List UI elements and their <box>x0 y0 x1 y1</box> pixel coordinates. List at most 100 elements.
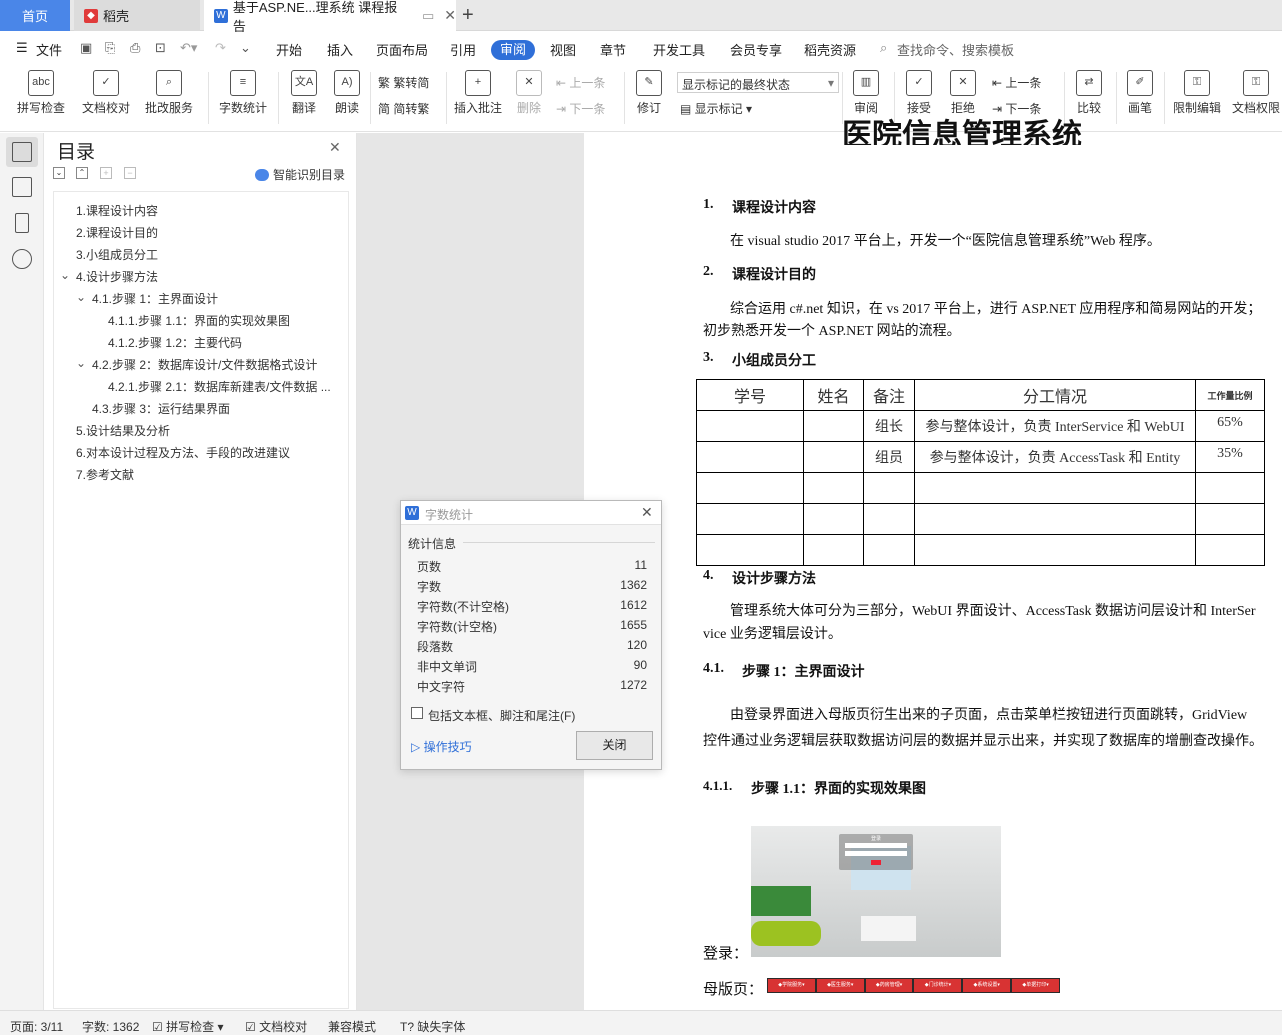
menu-insert[interactable]: 插入 <box>327 40 353 59</box>
menu-view[interactable]: 视图 <box>550 40 576 59</box>
menu-reference[interactable]: 引用 <box>450 40 476 59</box>
toc-item[interactable]: 6.对本设计过程及方法、手段的改进建议 <box>76 444 290 461</box>
save-icon[interactable]: ▣ <box>80 40 92 56</box>
document-page[interactable]: 医院信息管理系统 1. 课程设计内容 在 visual studio 2017 … <box>584 118 1282 1010</box>
paragraph: 在 visual studio 2017 平台上，开发一个“医院信息管理系统”W… <box>730 234 1161 249</box>
include-textbox-checkbox[interactable] <box>411 707 423 719</box>
toc-item[interactable]: 3.小组成员分工 <box>76 246 158 263</box>
toc-item[interactable]: 4.设计步骤方法 <box>76 268 158 285</box>
spell-check-toggle[interactable]: ☑ 拼写检查 ▾ <box>152 1018 223 1035</box>
menu-chapter[interactable]: 章节 <box>600 40 626 59</box>
export-pdf-icon[interactable]: ⎘ <box>105 40 115 56</box>
password-field <box>845 851 907 856</box>
more-chevron-icon[interactable]: ⌄ <box>240 40 251 56</box>
reject-button[interactable]: ✕ 拒绝 <box>944 70 982 116</box>
bookmark-icon[interactable] <box>15 213 29 233</box>
chevron-down-icon[interactable]: ⌄ <box>60 268 70 282</box>
command-search-input[interactable]: 查找命令、搜索模板 <box>897 40 1014 59</box>
redo-icon[interactable]: ↷ <box>215 40 226 56</box>
accept-button[interactable]: ✓ 接受 <box>900 70 938 116</box>
markup-mode-select[interactable]: 显示标记的最终状态 ▾ <box>677 72 839 93</box>
remove-heading-icon[interactable]: − <box>124 167 136 179</box>
doc-check-button[interactable]: ✓ 文档校对 <box>80 70 132 116</box>
divider <box>1164 72 1165 124</box>
stat-row: 中文字符 1272 <box>417 678 647 694</box>
delete-comment-button[interactable]: ✕ 删除 <box>510 70 548 116</box>
toc-item[interactable]: 4.2.步骤 2：数据库设计/文件数据格式设计 <box>92 356 317 373</box>
insert-comment-button[interactable]: + 插入批注 <box>452 70 504 116</box>
table-cell: 参与整体设计，负责 AccessTask 和 Entity <box>914 441 1196 473</box>
spell-check-button[interactable]: abc 拼写检查 <box>10 70 72 116</box>
chapter-icon[interactable] <box>12 177 32 197</box>
revise-button[interactable]: ✎ 修订 <box>630 70 668 116</box>
close-button[interactable]: 关闭 <box>576 731 653 760</box>
tab-home[interactable]: 首页 <box>0 0 70 31</box>
tips-link[interactable]: ▷ 操作技巧 <box>411 738 472 755</box>
toc-item[interactable]: 4.2.1.步骤 2.1：数据库新建表/文件数据 ... <box>108 378 331 395</box>
menu-devtools[interactable]: 开发工具 <box>653 40 705 59</box>
review-service-button[interactable]: ⌕ 批改服务 <box>138 70 200 116</box>
table-header: 备注 <box>863 379 915 411</box>
undo-icon[interactable]: ↶▾ <box>180 40 197 56</box>
read-aloud-button[interactable]: A) 朗读 <box>330 70 364 116</box>
show-markup-button[interactable]: ▤ 显示标记 ▾ <box>680 100 752 117</box>
tab-document[interactable]: W 基于ASP.NE...理系统 课程报告 ▭ ✕ <box>204 0 456 34</box>
chevron-down-icon[interactable]: ⌄ <box>76 356 86 370</box>
table-cell <box>1195 472 1265 504</box>
menu-review[interactable]: 审阅 <box>491 40 535 60</box>
menu-start[interactable]: 开始 <box>276 40 302 59</box>
doc-permission-button[interactable]: ⚿ 文档权限 <box>1230 70 1282 116</box>
toc-item[interactable]: 2.课程设计目的 <box>76 224 158 241</box>
toc-item[interactable]: 1.课程设计内容 <box>76 202 158 219</box>
divider <box>370 72 371 124</box>
chevron-down-icon[interactable]: ⌄ <box>76 290 86 304</box>
word-count-button[interactable]: ≡ 字数统计 <box>216 70 270 116</box>
menu-layout[interactable]: 页面布局 <box>376 40 428 59</box>
collapse-all-icon[interactable]: ⌃ <box>76 167 88 179</box>
pen-icon: ✐ <box>1127 70 1153 96</box>
toc-item[interactable]: 5.设计结果及分析 <box>76 422 170 439</box>
add-heading-icon[interactable]: + <box>100 167 112 179</box>
close-icon[interactable]: ✕ <box>641 504 653 521</box>
toc-item[interactable]: 4.3.步骤 3：运行结果界面 <box>92 400 230 417</box>
toc-item[interactable]: 4.1.1.步骤 1.1：界面的实现效果图 <box>108 312 290 329</box>
hamburger-icon[interactable]: ☰ <box>16 40 28 56</box>
tab-close-icon[interactable]: ✕ <box>444 7 456 24</box>
menu-daoke-resources[interactable]: 稻壳资源 <box>804 40 856 59</box>
next-comment-button[interactable]: ⇥ 下一条 <box>556 100 605 117</box>
page-indicator[interactable]: 页面: 3/11 <box>10 1018 63 1035</box>
restrict-editing-button[interactable]: ⚿ 限制编辑 <box>1170 70 1224 116</box>
smart-toc-button[interactable]: 智能识别目录 <box>255 166 345 183</box>
missing-font-button[interactable]: T? 缺失字体 <box>400 1018 465 1035</box>
toc-icon[interactable] <box>12 142 32 162</box>
menu-file[interactable]: 文件 <box>36 40 62 59</box>
close-icon[interactable]: ✕ <box>329 139 341 156</box>
toc-item[interactable]: 4.1.2.步骤 1.2：主要代码 <box>108 334 242 351</box>
menu-member[interactable]: 会员专享 <box>730 40 782 59</box>
table-cell <box>696 534 804 566</box>
print-icon[interactable]: ⎙ <box>130 40 140 56</box>
prev-comment-button[interactable]: ⇤ 上一条 <box>556 74 605 91</box>
new-tab-button[interactable]: + <box>462 0 482 31</box>
search-icon[interactable] <box>12 249 32 269</box>
trad-to-simp-button[interactable]: 繁 繁转简 <box>378 74 429 91</box>
print-preview-icon[interactable]: ⊡ <box>155 40 166 56</box>
doc-check-toggle[interactable]: ☑ 文档校对 <box>245 1018 307 1035</box>
section-number: 4. <box>703 568 714 583</box>
simp-to-trad-button[interactable]: 简 简转繁 <box>378 100 429 117</box>
tab-pin-icon[interactable]: ▭ <box>422 8 434 24</box>
stat-row: 字数 1362 <box>417 578 647 594</box>
prev-change-button[interactable]: ⇤ 上一条 <box>992 74 1041 91</box>
translate-button[interactable]: 文A 翻译 <box>284 70 324 116</box>
member-table: 学号 姓名 备注 分工情况 工作量比例 组长 参与整体设计，负责 InterSe… <box>696 379 1265 566</box>
table-cell: 组员 <box>863 441 915 473</box>
word-count-indicator[interactable]: 字数: 1362 <box>82 1018 139 1035</box>
toc-item[interactable]: 7.参考文献 <box>76 466 134 483</box>
expand-all-icon[interactable]: ⌄ <box>53 167 65 179</box>
toc-item[interactable]: 4.1.步骤 1：主界面设计 <box>92 290 218 307</box>
compare-button[interactable]: ⇄ 比较 <box>1070 70 1108 116</box>
review-pane-button[interactable]: ▥ 审阅 <box>846 70 886 116</box>
pen-button[interactable]: ✐ 画笔 <box>1122 70 1158 116</box>
login-button <box>871 860 881 865</box>
tab-daoke[interactable]: ◆ 稻壳 <box>74 0 200 31</box>
